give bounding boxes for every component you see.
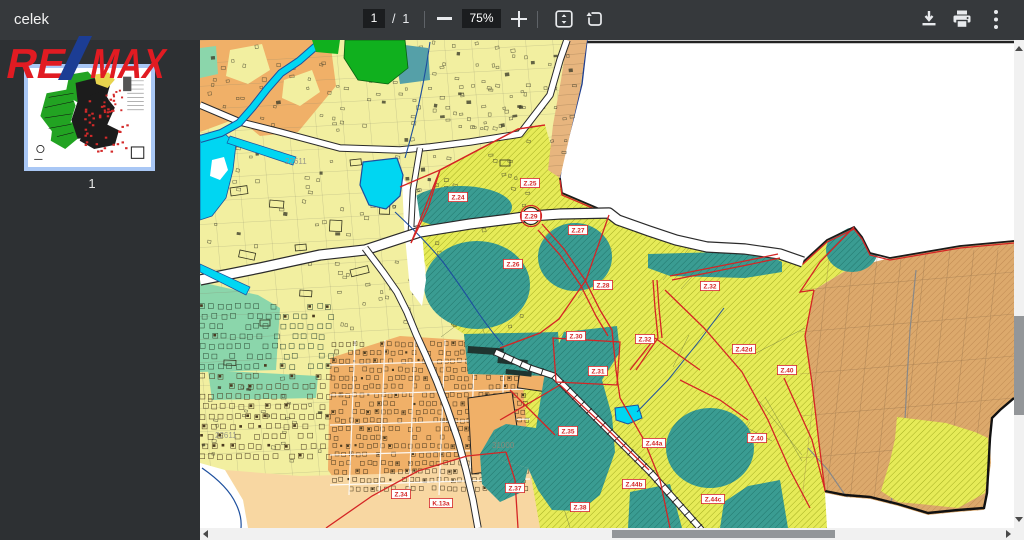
svg-text:Z.25: Z.25 bbox=[523, 180, 536, 187]
svg-text:Z.42d: Z.42d bbox=[736, 346, 753, 353]
svg-text:Z.28: Z.28 bbox=[596, 282, 609, 289]
svg-text:Z.37: Z.37 bbox=[508, 485, 521, 492]
svg-text:Z.26: Z.26 bbox=[506, 261, 519, 268]
svg-text:Z.31: Z.31 bbox=[591, 368, 604, 375]
svg-text:Z.35: Z.35 bbox=[561, 428, 574, 435]
svg-text:Z.38: Z.38 bbox=[573, 504, 586, 511]
svg-text:Z.24: Z.24 bbox=[451, 194, 464, 201]
svg-text:Z.27: Z.27 bbox=[571, 227, 584, 234]
svg-text:Z.44b: Z.44b bbox=[626, 481, 643, 488]
svg-text:22611: 22611 bbox=[285, 157, 307, 166]
svg-text:22611: 22611 bbox=[215, 431, 237, 440]
svg-text:Z.32: Z.32 bbox=[638, 336, 651, 343]
svg-text:K.13a: K.13a bbox=[432, 500, 450, 507]
svg-text:Z.40: Z.40 bbox=[750, 435, 763, 442]
svg-text:Z.40: Z.40 bbox=[780, 367, 793, 374]
svg-text:Z.29: Z.29 bbox=[524, 213, 537, 220]
svg-text:Z.44c: Z.44c bbox=[705, 496, 722, 503]
svg-text:Z.32: Z.32 bbox=[703, 283, 716, 290]
svg-text:Z.34: Z.34 bbox=[394, 491, 407, 498]
svg-text:Z.30: Z.30 bbox=[569, 333, 582, 340]
svg-text:Z.44a: Z.44a bbox=[646, 440, 663, 447]
svg-text:31000: 31000 bbox=[492, 441, 515, 450]
svg-text:MAX: MAX bbox=[87, 40, 171, 85]
